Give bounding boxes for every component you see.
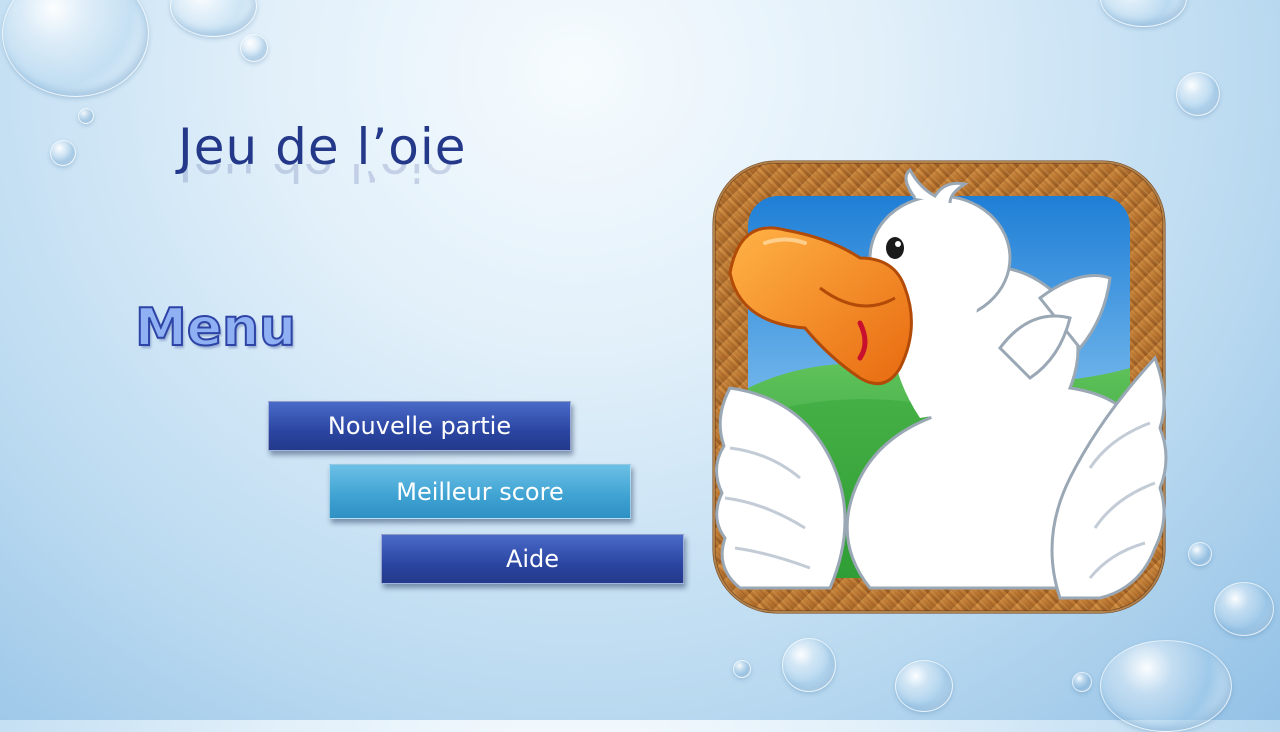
water-drop-decoration [733, 660, 751, 678]
best-score-button[interactable]: Meilleur score [329, 464, 631, 519]
water-drop-decoration [1100, 640, 1232, 732]
goose-app-icon [710, 158, 1168, 616]
water-drop-decoration [895, 660, 953, 712]
water-drop-decoration [1100, 0, 1187, 27]
water-drop-decoration [2, 0, 149, 97]
water-drop-decoration [170, 0, 257, 37]
help-button[interactable]: Aide [381, 534, 684, 584]
water-drop-decoration [78, 108, 94, 124]
water-drop-decoration [240, 34, 268, 62]
menu-heading: Menu [134, 297, 297, 359]
water-drop-decoration [1188, 542, 1212, 566]
water-drop-decoration [50, 140, 76, 166]
water-drop-decoration [1214, 582, 1274, 636]
water-drop-decoration [1176, 72, 1220, 116]
water-drop-decoration [1072, 672, 1092, 692]
water-drop-decoration [782, 638, 836, 692]
new-game-button[interactable]: Nouvelle partie [268, 401, 571, 451]
title-reflection: Jeu de l’oie [178, 164, 455, 192]
